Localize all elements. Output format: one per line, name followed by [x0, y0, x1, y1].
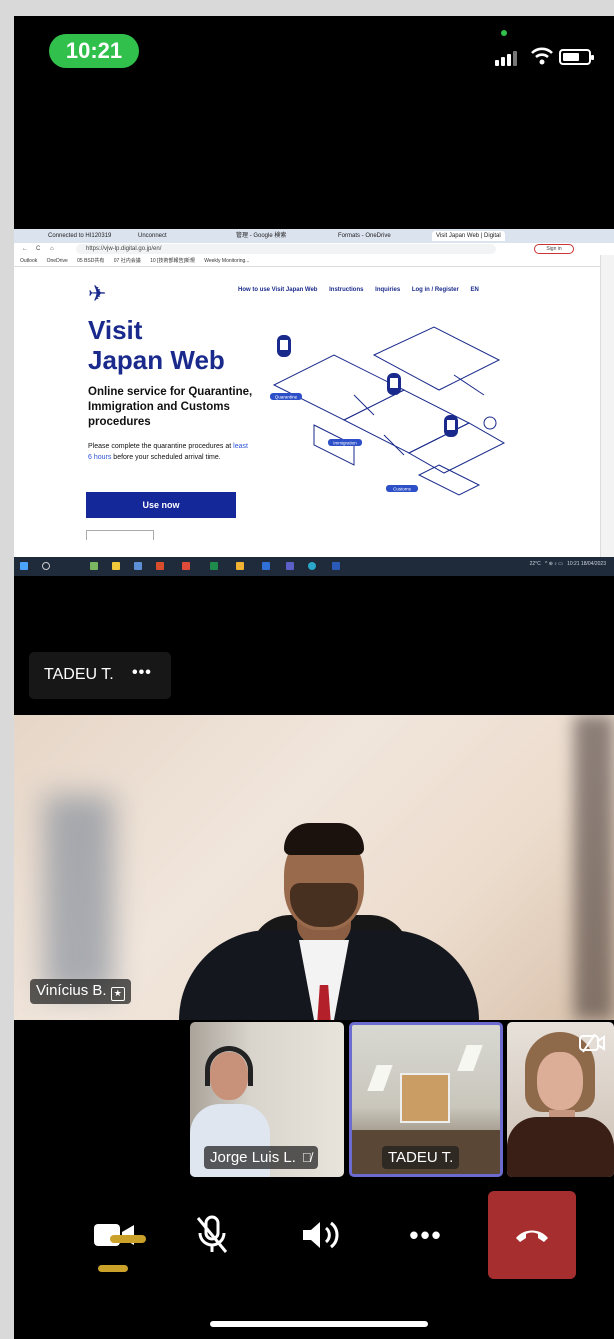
quarantine-label: Quarantine [275, 395, 298, 400]
more-icon: ••• [409, 1219, 443, 1250]
visit-japan-web-page: ✈ How to use Visit Japan Web Instruction… [14, 267, 600, 557]
phone-screen: 10:21 Connected to HI120319 Unconnect 管理… [14, 16, 614, 1339]
browser-tab-active[interactable]: Visit Japan Web | Digital [432, 231, 505, 241]
speaker-button[interactable] [276, 1191, 364, 1279]
system-tray: 22°C ^ ⊕ ♪ ▭ 10:21 18/04/2023 [529, 561, 606, 567]
taskbar-app-icon[interactable] [236, 562, 244, 570]
secondary-button[interactable] [86, 530, 154, 540]
presenter-pill[interactable]: TADEU T. ••• [29, 652, 171, 699]
browser-tab[interactable]: Formats - OneDrive [334, 231, 395, 241]
teams-icon[interactable] [286, 562, 294, 570]
favorite-item[interactable]: 07 社内会議 [114, 258, 141, 264]
main-speaker-name: Vinícius B. [36, 982, 107, 999]
more-options-button[interactable]: ••• [382, 1191, 470, 1279]
camera-in-use-indicator [501, 30, 507, 36]
browser-tab-bar: Connected to HI120319 Unconnect 管理 - Goo… [14, 229, 614, 243]
nav-inquiries[interactable]: Inquiries [375, 287, 400, 293]
use-now-button[interactable]: Use now [86, 492, 236, 518]
participant-thumbnail-active[interactable]: TADEU T. [349, 1022, 503, 1177]
site-title: Visit Japan Web [88, 315, 225, 375]
customs-label: Customs [393, 487, 412, 492]
outlook-icon[interactable] [262, 562, 270, 570]
site-title-line2: Japan Web [88, 345, 225, 375]
main-speaker-video[interactable]: Vinícius B. ★ [14, 715, 614, 1020]
home-indicator[interactable] [210, 1321, 428, 1327]
site-title-line1: Visit [88, 315, 143, 345]
nav-language[interactable]: EN [471, 287, 479, 293]
url-field[interactable]: https://vjw-lp.digital.go.jp/en/ [76, 244, 496, 254]
participant-name: Jorge Luis L. [210, 1149, 296, 1166]
edge-sidebar [600, 255, 614, 557]
weather-text: 22°C [529, 561, 541, 567]
participant-thumbnail[interactable] [507, 1022, 614, 1177]
main-speaker-label: Vinícius B. ★ [30, 979, 131, 1004]
refresh-icon[interactable]: C [36, 243, 40, 255]
start-icon[interactable] [20, 562, 28, 570]
wifi-icon [531, 47, 553, 65]
nav-instructions[interactable]: Instructions [329, 287, 363, 293]
home-icon[interactable]: ⌂ [50, 243, 54, 255]
status-time: 10:21 [49, 34, 139, 68]
airplane-logo-icon: ✈ [88, 281, 107, 306]
browser-tab[interactable]: Connected to HI120319 [44, 231, 115, 241]
smudge [110, 1235, 146, 1243]
mic-off-icon [196, 1215, 228, 1253]
sign-in-button[interactable]: Sign in [534, 244, 574, 254]
taskbar-app-icon[interactable] [134, 562, 142, 570]
nav-login[interactable]: Log in / Register [412, 287, 459, 293]
participant-label: Jorge Luis L. 🎙̸ [204, 1146, 318, 1169]
airport-illustration: Quarantine Immigration Customs [270, 326, 506, 496]
speaker-icon [303, 1221, 339, 1249]
favorite-item[interactable]: OneDrive [47, 258, 68, 264]
taskbar-app-icon[interactable] [156, 562, 164, 570]
nav-how-to-use[interactable]: How to use Visit Japan Web [238, 287, 317, 293]
address-bar: ← C ⌂ https://vjw-lp.digital.go.jp/en/ S… [14, 243, 614, 255]
presenter-more-icon[interactable]: ••• [132, 664, 152, 682]
leave-call-button[interactable] [488, 1191, 576, 1279]
mute-button[interactable] [168, 1191, 256, 1279]
site-nav: How to use Visit Japan Web Instructions … [238, 287, 489, 293]
taskbar-app-icon[interactable] [182, 562, 190, 570]
favorite-item[interactable]: 05 BSD共有 [77, 258, 104, 264]
search-icon[interactable] [42, 562, 50, 570]
participant-name: TADEU T. [388, 1149, 454, 1166]
favorite-item[interactable]: 10 [技術部報告]新規 [150, 258, 195, 264]
spotlight-icon: ★ [110, 987, 125, 1001]
back-icon[interactable]: ← [22, 243, 28, 255]
mic-off-icon: 🎙̸ [301, 1150, 312, 1165]
taskbar-app-icon[interactable] [90, 562, 98, 570]
word-icon[interactable] [332, 562, 340, 570]
cellular-signal-icon [495, 50, 521, 66]
browser-tab[interactable]: Unconnect [134, 231, 171, 241]
presenter-name: TADEU T. [44, 666, 114, 683]
browser-tab[interactable]: 管理 - Google 検索 [232, 231, 290, 241]
battery-icon [559, 49, 594, 65]
site-description: Please complete the quarantine procedure… [88, 443, 248, 461]
edge-icon[interactable] [308, 562, 316, 570]
site-subtitle: Online service for Quarantine, Immigrati… [88, 386, 253, 428]
switch-camera-icon[interactable] [579, 1032, 605, 1054]
immigration-label: Immigration [333, 441, 357, 446]
participant-thumbnail[interactable]: Jorge Luis L. 🎙̸ [190, 1022, 344, 1177]
hang-up-icon [516, 1230, 548, 1242]
taskbar-clock-date: 18/04/2023 [580, 561, 606, 567]
favorites-bar: Outlook OneDrive 05 BSD共有 07 社内会議 10 [技術… [14, 255, 614, 267]
windows-taskbar: 22°C ^ ⊕ ♪ ▭ 10:21 18/04/2023 [14, 557, 614, 576]
favorite-item[interactable]: Outlook [20, 258, 37, 264]
taskbar-app-icon[interactable] [112, 562, 120, 570]
smudge [98, 1265, 128, 1272]
favorite-item[interactable]: Weekly Monitoring... [204, 258, 249, 264]
taskbar-clock-time: 10:21 [567, 561, 580, 567]
participant-label: TADEU T. [382, 1146, 460, 1169]
excel-icon[interactable] [210, 562, 218, 570]
shared-screen[interactable]: Connected to HI120319 Unconnect 管理 - Goo… [14, 229, 614, 576]
